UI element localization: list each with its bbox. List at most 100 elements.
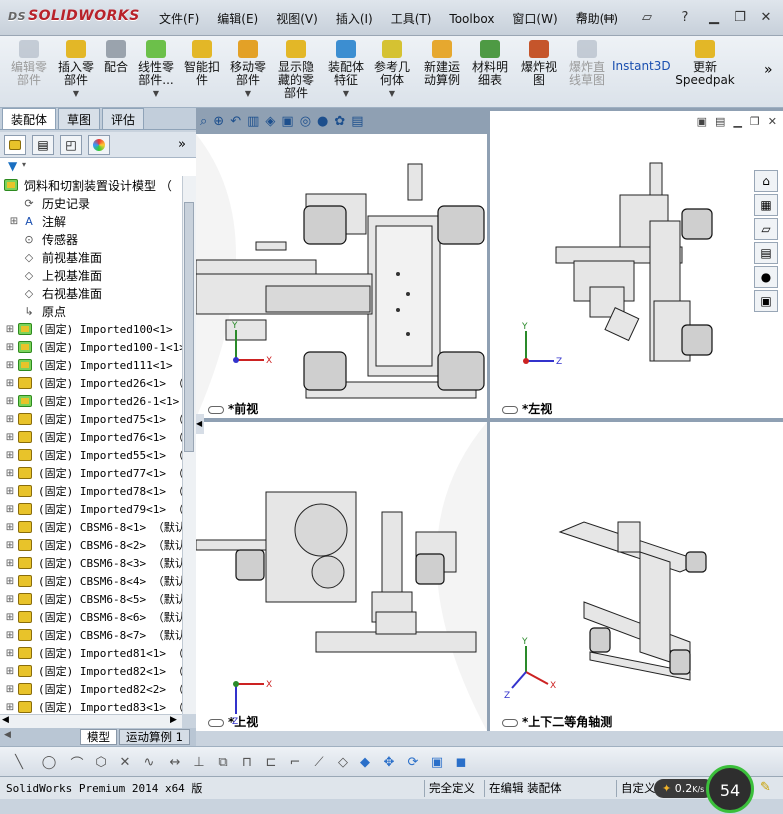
tree-part-row[interactable]: ⊞ (固定) Imported79<1> （ xyxy=(0,500,182,518)
menu-tools[interactable]: 工具(T) xyxy=(382,9,441,29)
tree-node[interactable]: ⟳ 历史记录 xyxy=(0,194,182,212)
tree-part-row[interactable]: ⊞ (固定) Imported111<1> （ xyxy=(0,356,182,374)
filter-icon[interactable]: ▼ xyxy=(8,159,17,173)
chevron-down-icon[interactable]: ▾ xyxy=(22,160,26,169)
menu-window[interactable]: 窗口(W) xyxy=(503,9,566,29)
tab-model[interactable]: 模型 xyxy=(80,729,117,745)
chevron-down-icon[interactable]: ▼ xyxy=(226,87,270,100)
restore-icon[interactable]: ❐ xyxy=(731,8,749,26)
expand-icon[interactable]: ⊞ xyxy=(4,450,16,461)
viewport-link-icon[interactable]: ▤ xyxy=(715,115,725,128)
expand-panel-icon[interactable]: » xyxy=(178,137,186,152)
configuration-manager-icon[interactable]: ◰ xyxy=(60,135,82,155)
expand-icon[interactable]: ⊞ xyxy=(4,396,16,407)
previous-view-icon[interactable]: ↶ xyxy=(230,114,241,129)
circle-icon[interactable]: ◯ xyxy=(40,753,58,771)
tab-evaluate[interactable]: 评估 xyxy=(102,108,145,129)
section-view-icon[interactable]: ▥ xyxy=(247,114,259,129)
tree-scroll-thumb[interactable] xyxy=(184,202,194,452)
appearances-icon[interactable]: ● xyxy=(754,266,778,288)
units-status[interactable]: 自定义 xyxy=(616,780,656,797)
tree-part-row[interactable]: ⊞ (固定) Imported55<1> （ xyxy=(0,446,182,464)
expand-icon[interactable]: ⊞ xyxy=(4,558,16,569)
tab-sketch[interactable]: 草图 xyxy=(58,108,101,129)
expand-icon[interactable]: ⊞ xyxy=(4,684,16,695)
pin-icon[interactable]: ✎ xyxy=(574,8,592,26)
open-folder-icon[interactable]: ▱ xyxy=(638,8,656,26)
tree-part-row[interactable]: ⊞ (固定) Imported77<1> （ xyxy=(0,464,182,482)
expand-icon[interactable]: ⊞ xyxy=(4,414,16,425)
menu-edit[interactable]: 编辑(E) xyxy=(208,9,267,29)
property-manager-icon[interactable]: ▤ xyxy=(32,135,54,155)
expand-icon[interactable]: ⊞ xyxy=(4,540,16,551)
move-icon[interactable]: ✥ xyxy=(380,753,398,771)
insert-component-button[interactable]: 插入零 部件 ▼ xyxy=(54,40,98,104)
tree-part-row[interactable]: ⊞ (固定) Imported81<1> （ xyxy=(0,644,182,662)
polygon-icon[interactable]: ⬡ xyxy=(92,753,110,771)
offset-icon[interactable]: ⊓ xyxy=(238,753,256,771)
move-component-button[interactable]: 移动零 部件 ▼ xyxy=(226,40,270,104)
viewport-restore-icon[interactable]: ❐ xyxy=(750,115,760,128)
chevron-down-icon[interactable]: ▼ xyxy=(370,87,414,100)
zoom-area-icon[interactable]: ⊕ xyxy=(213,114,224,129)
chevron-down-icon[interactable]: ▼ xyxy=(134,87,178,100)
tree-horizontal-scrollbar[interactable]: ◀ ▶ xyxy=(0,714,182,728)
tree-part-row[interactable]: ⊞ (固定) Imported82<1> （ xyxy=(0,662,182,680)
expand-icon[interactable]: ⊞ xyxy=(4,342,16,353)
chamfer-icon[interactable]: ⟋ xyxy=(310,753,328,771)
relation-icon[interactable]: ⊥ xyxy=(190,753,208,771)
expand-icon[interactable]: ⊞ xyxy=(4,522,16,533)
update-speedpak-button[interactable]: 更新 Speedpak xyxy=(674,40,736,104)
bill-of-materials-button[interactable]: 材料明 细表 xyxy=(468,40,512,104)
tree-part-row[interactable]: ⊞ (固定) Imported26<1> （ xyxy=(0,374,182,392)
zoom-to-fit-icon[interactable]: ⌕ xyxy=(200,114,207,129)
mirror-icon[interactable]: ⧉ xyxy=(214,753,232,771)
viewport-single-icon[interactable]: ▣ xyxy=(697,115,707,128)
scroll-left-icon[interactable]: ◀ xyxy=(4,730,11,740)
display-style-icon[interactable]: ▣ xyxy=(281,114,293,129)
convert-icon[interactable]: ⊏ xyxy=(262,753,280,771)
tree-part-row[interactable]: ⊞ (固定) CBSM6-8<3> （默认 xyxy=(0,554,182,572)
viewport-top[interactable]: X Z *上视 xyxy=(196,422,487,731)
expand-icon[interactable]: ⊞ xyxy=(4,666,16,677)
tree-part-row[interactable]: ⊞ (固定) Imported100<1> （ xyxy=(0,320,182,338)
arc-icon[interactable]: ⌒ xyxy=(68,753,86,772)
panel-collapse-icon[interactable]: ◀ xyxy=(196,414,204,434)
help-icon[interactable]: ? xyxy=(676,8,694,26)
expand-icon[interactable]: ⊞ xyxy=(4,504,16,515)
tree-node[interactable]: ◇ 上视基准面 xyxy=(0,266,182,284)
smart-fasteners-button[interactable]: 智能扣 件 xyxy=(180,40,224,104)
design-library-icon[interactable]: ▦ xyxy=(754,194,778,216)
tree-part-row[interactable]: ⊞ (固定) CBSM6-8<4> （默认 xyxy=(0,572,182,590)
box-icon[interactable]: ◼ xyxy=(452,753,470,771)
tree-root-assembly[interactable]: 饲料和切割装置设计模型 （ xyxy=(0,176,182,194)
tree-node[interactable]: ◇ 前视基准面 xyxy=(0,248,182,266)
notification-icon[interactable]: ✎ xyxy=(760,780,771,795)
viewport-isometric[interactable]: Y X Z *上下二等角轴测 xyxy=(490,422,783,731)
expand-icon[interactable]: ⊞ xyxy=(4,594,16,605)
spline-icon[interactable]: ∿ xyxy=(140,753,158,771)
expand-icon[interactable]: ⊞ xyxy=(4,468,16,479)
home-icon[interactable]: ⌂ xyxy=(754,170,778,192)
view-settings-icon[interactable]: ▤ xyxy=(351,114,363,129)
assembly-features-button[interactable]: 装配体 特征 ▼ xyxy=(324,40,368,104)
minimize-icon[interactable]: ▁ xyxy=(705,8,723,26)
mate-button[interactable]: 配合 xyxy=(100,40,132,104)
expand-icon[interactable]: ⊞ xyxy=(4,576,16,587)
tree-part-row[interactable]: ⊞ (固定) Imported78<1> （ xyxy=(0,482,182,500)
rotate-icon[interactable]: ⟳ xyxy=(404,753,422,771)
tree-part-row[interactable]: ⊞ (固定) Imported75<1> （ xyxy=(0,410,182,428)
scroll-left-icon[interactable]: ◀ xyxy=(2,715,9,725)
linear-pattern-button[interactable]: 线性零 部件... ▼ xyxy=(134,40,178,104)
view-orientation-icon[interactable]: ◈ xyxy=(265,114,275,129)
explode-line-sketch-button[interactable]: 爆炸直 线草图 xyxy=(564,40,610,104)
expand-icon[interactable]: ⊞ xyxy=(4,630,16,641)
viewport-front[interactable]: Y X *前视 xyxy=(196,134,487,418)
feature-tree-icon[interactable] xyxy=(4,135,26,155)
menu-view[interactable]: 视图(V) xyxy=(267,9,327,29)
close-icon[interactable]: ✕ xyxy=(757,8,775,26)
custom-properties-icon[interactable]: ▣ xyxy=(754,290,778,312)
viewport-left[interactable]: ▣ ▤ ▁ ❐ ✕ Y Z *左视 xyxy=(490,111,783,418)
tree-part-row[interactable]: ⊞ (固定) Imported100-1<1> xyxy=(0,338,182,356)
menu-toolbox[interactable]: Toolbox xyxy=(440,9,503,29)
